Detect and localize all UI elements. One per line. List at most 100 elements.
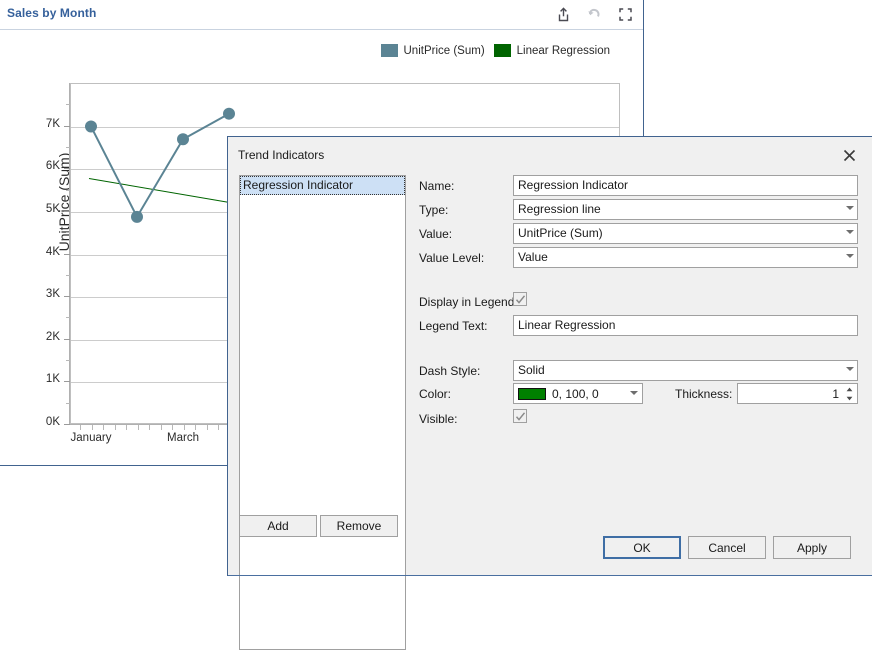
y-axis-tick [64,339,70,340]
thickness-stepper[interactable]: 1 [737,383,858,404]
color-value: 0, 100, 0 [552,385,599,404]
indicator-form: Name: Regression Indicator Type: Regress… [417,175,862,432]
y-axis-minor-tick [66,232,70,233]
form-row-legend-text: Legend Text: Linear Regression [417,315,862,339]
x-axis-minor-tick [126,425,127,430]
dash-style-label: Dash Style: [419,364,480,378]
dash-style-select-value[interactable]: Solid [513,360,858,381]
value-level-label: Value Level: [419,251,484,265]
form-row-display-in-legend: Display in Legend: [417,271,862,315]
color-select[interactable]: 0, 100, 0 [513,383,643,404]
dialog-footer: OK Cancel Apply [228,532,872,576]
color-label: Color: [419,387,451,401]
legend-item-regression: Linear Regression [494,44,610,57]
chart-titlebar: Sales by Month [0,0,643,30]
chevron-down-icon [630,391,638,395]
visible-label: Visible: [419,412,457,426]
fullscreen-icon[interactable] [615,4,635,24]
x-axis-label: March [143,432,223,444]
y-axis-label: 3K [26,288,60,300]
x-axis-minor-tick [103,425,104,430]
x-axis-minor-tick [172,425,173,430]
cancel-button[interactable]: Cancel [688,536,766,559]
ok-button[interactable]: OK [603,536,681,559]
export-icon[interactable] [553,4,573,24]
form-row-type: Type: Regression line [417,199,862,223]
y-axis-minor-tick [66,317,70,318]
legend-text-input[interactable]: Linear Regression [513,315,858,336]
x-axis-label: January [51,432,131,444]
y-axis-tick [64,126,70,127]
apply-button[interactable]: Apply [773,536,851,559]
x-axis-minor-tick [149,425,150,430]
y-axis-minor-tick [66,147,70,148]
x-axis-minor-tick [184,425,185,430]
type-select-value[interactable]: Regression line [513,199,858,220]
form-row-dash-style: Dash Style: Solid [417,339,862,383]
y-axis-minor-tick [66,403,70,404]
x-axis-minor-tick [115,425,116,430]
page-title: Sales by Month [7,6,96,20]
y-axis-minor-tick [66,275,70,276]
check-icon [515,294,526,305]
color-swatch [518,388,546,400]
x-axis-minor-tick [218,425,219,430]
form-row-visible: Visible: [417,408,862,432]
type-select[interactable]: Regression line [513,199,858,220]
legend-swatch-series [381,44,398,57]
chart-toolbar [553,4,635,24]
thickness-label: Thickness: [675,387,732,401]
legend-label-series: UnitPrice (Sum) [404,45,485,57]
check-icon [515,411,526,422]
x-axis-minor-tick [138,425,139,430]
legend-swatch-regression [494,44,511,57]
undo-icon[interactable] [584,4,604,24]
legend-label-regression: Linear Regression [517,45,610,57]
form-row-color: Color: 0, 100, 0 Thickness: 1 [417,383,862,408]
y-axis-minor-tick [66,104,70,105]
indicator-listbox[interactable]: Regression Indicator [239,175,406,650]
value-level-select[interactable]: Value [513,247,858,268]
dialog-title: Trend Indicators [238,148,324,162]
y-axis-tick [64,424,70,425]
visible-checkbox[interactable] [513,409,527,423]
spinner-down-icon[interactable] [845,394,854,402]
value-select-value[interactable]: UnitPrice (Sum) [513,223,858,244]
list-item[interactable]: Regression Indicator [240,176,405,195]
spinner-up-icon[interactable] [845,385,854,393]
y-axis-label: 2K [26,331,60,343]
y-axis-label: 0K [26,416,60,428]
value-select[interactable]: UnitPrice (Sum) [513,223,858,244]
y-axis-label: 1K [26,373,60,385]
y-axis-minor-tick [66,190,70,191]
trend-indicators-dialog: Trend Indicators Regression Indicator Ad… [227,136,872,576]
y-axis-tick [64,211,70,212]
legend-item-series: UnitPrice (Sum) [381,44,485,57]
name-label: Name: [419,179,454,193]
form-row-name: Name: Regression Indicator [417,175,862,199]
value-label: Value: [419,227,452,241]
y-axis-label: 5K [26,203,60,215]
y-axis-label: 7K [26,118,60,130]
y-axis-label: 4K [26,246,60,258]
x-axis-minor-tick [161,425,162,430]
value-level-select-value[interactable]: Value [513,247,858,268]
type-label: Type: [419,203,448,217]
name-input[interactable]: Regression Indicator [513,175,858,196]
display-in-legend-checkbox[interactable] [513,292,527,306]
y-axis-tick [64,381,70,382]
close-icon[interactable] [832,142,866,168]
y-axis-label: 6K [26,160,60,172]
chart-legend: UnitPrice (Sum) Linear Regression [0,44,620,57]
dash-style-select[interactable]: Solid [513,360,858,381]
thickness-value: 1 [832,385,839,404]
display-in-legend-label: Display in Legend: [419,295,518,309]
x-axis-minor-tick [92,425,93,430]
form-row-value-level: Value Level: Value [417,247,862,271]
x-axis-minor-tick [80,425,81,430]
gridline [71,127,619,128]
y-axis-tick [64,168,70,169]
legend-text-label: Legend Text: [419,319,488,333]
dialog-footer-buttons: OK Cancel Apply [603,536,851,559]
y-axis-tick [64,254,70,255]
